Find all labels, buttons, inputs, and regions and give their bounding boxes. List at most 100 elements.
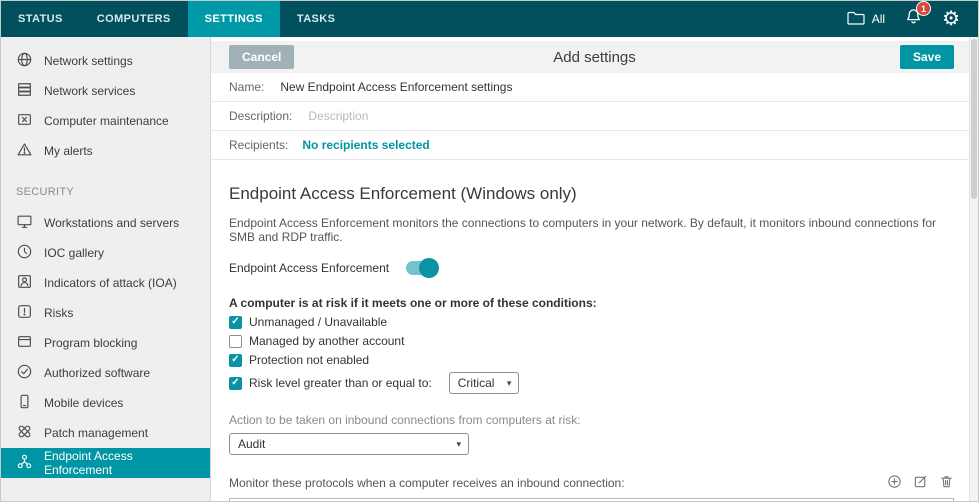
- name-row: Name:: [211, 73, 969, 102]
- tab-tasks[interactable]: TASKS: [280, 1, 352, 37]
- risk-level-select[interactable]: Critical ▾: [449, 372, 520, 394]
- enforcement-toggle[interactable]: [406, 261, 436, 275]
- condition-row: ✓ Protection not enabled: [229, 353, 954, 367]
- section-description: Endpoint Access Enforcement monitors the…: [229, 216, 954, 244]
- sidebar-item-patch-management[interactable]: Patch management: [1, 418, 210, 448]
- description-row: Description:: [211, 102, 969, 131]
- sidebar-item-label: Endpoint Access Enforcement: [44, 449, 195, 477]
- toggle-knob: [419, 258, 439, 278]
- chevron-down-icon: ▾: [507, 378, 512, 389]
- recipients-label: Recipients:: [229, 138, 288, 152]
- globe-icon: [16, 51, 33, 71]
- checkbox-protection-not-enabled[interactable]: ✓: [229, 354, 242, 367]
- add-icon[interactable]: [887, 474, 902, 492]
- settings-sidebar: Network settings Network services Comput…: [1, 37, 211, 501]
- scrollbar-thumb[interactable]: [971, 39, 977, 199]
- sidebar-item-label: Patch management: [44, 426, 148, 440]
- scrollbar: [969, 37, 978, 501]
- monitor-icon: [16, 213, 33, 233]
- notifications-button[interactable]: 1: [905, 8, 922, 30]
- condition-row: ✓ Risk level greater than or equal to: C…: [229, 372, 954, 394]
- monitor-protocols-row: Monitor these protocols when a computer …: [229, 474, 954, 492]
- app-window: STATUS COMPUTERS SETTINGS TASKS All 1 ⚙ …: [0, 0, 979, 502]
- sidebar-item-program-blocking[interactable]: Program blocking: [1, 328, 210, 358]
- sidebar-item-label: Network services: [44, 84, 135, 98]
- condition-label: Managed by another account: [249, 334, 404, 348]
- condition-label: Protection not enabled: [249, 353, 369, 367]
- protocol-row-smb: SMB (139,445) Default Only workstations: [230, 499, 953, 501]
- check-icon: ✓: [231, 317, 239, 327]
- checkbox-risk-level[interactable]: ✓: [229, 377, 242, 390]
- tab-settings[interactable]: SETTINGS: [188, 1, 280, 37]
- description-input[interactable]: [306, 108, 736, 124]
- name-input[interactable]: [278, 79, 708, 95]
- checkbox-unmanaged[interactable]: ✓: [229, 316, 242, 329]
- action-select[interactable]: Audit ▾: [229, 433, 469, 455]
- condition-label: Unmanaged / Unavailable: [249, 315, 387, 329]
- sidebar-item-label: Computer maintenance: [44, 114, 169, 128]
- bandage-icon: [16, 423, 33, 443]
- network-nodes-icon: [16, 453, 33, 473]
- toggle-label: Endpoint Access Enforcement: [229, 261, 389, 275]
- window-icon: [16, 333, 33, 353]
- action-value: Audit: [238, 437, 265, 451]
- sidebar-item-indicators-of-attack[interactable]: Indicators of attack (IOA): [1, 268, 210, 298]
- sidebar-item-label: Program blocking: [44, 336, 137, 350]
- condition-label: Risk level greater than or equal to:: [249, 376, 432, 390]
- name-label: Name:: [229, 80, 264, 94]
- top-navigation: STATUS COMPUTERS SETTINGS TASKS All 1 ⚙: [1, 1, 978, 37]
- scope-label: All: [872, 12, 885, 26]
- box-x-icon: [16, 111, 33, 131]
- sidebar-item-mobile-devices[interactable]: Mobile devices: [1, 388, 210, 418]
- person-frame-icon: [16, 273, 33, 293]
- gear-icon[interactable]: ⚙: [942, 9, 960, 29]
- sidebar-item-endpoint-access-enforcement[interactable]: Endpoint Access Enforcement: [1, 448, 210, 478]
- sidebar-item-label: Authorized software: [44, 366, 150, 380]
- check-icon: ✓: [231, 355, 239, 365]
- sidebar-item-label: Network settings: [44, 54, 133, 68]
- recipients-row: Recipients: No recipients selected: [211, 131, 969, 160]
- trash-icon[interactable]: [939, 474, 954, 492]
- sidebar-item-network-services[interactable]: Network services: [1, 76, 210, 106]
- protocol-toolbar: [887, 474, 954, 492]
- sidebar-item-label: Risks: [44, 306, 73, 320]
- main-panel: Cancel Add settings Save Name: Descripti…: [211, 37, 978, 501]
- monitor-label: Monitor these protocols when a computer …: [229, 476, 625, 490]
- alert-triangle-icon: [16, 141, 33, 161]
- sidebar-item-label: Workstations and servers: [44, 216, 179, 230]
- sidebar-item-label: My alerts: [44, 144, 93, 158]
- sidebar-item-ioc-gallery[interactable]: IOC gallery: [1, 238, 210, 268]
- sidebar-item-risks[interactable]: Risks: [1, 298, 210, 328]
- condition-row: ✓ Unmanaged / Unavailable: [229, 315, 954, 329]
- sidebar-item-label: IOC gallery: [44, 246, 104, 260]
- condition-row: Managed by another account: [229, 334, 954, 348]
- sidebar-item-label: Mobile devices: [44, 396, 123, 410]
- settings-content: Endpoint Access Enforcement (Windows onl…: [211, 184, 978, 501]
- server-stack-icon: [16, 81, 33, 101]
- edit-icon[interactable]: [913, 474, 928, 492]
- checkbox-managed-other-account[interactable]: [229, 335, 242, 348]
- section-title: Endpoint Access Enforcement (Windows onl…: [229, 184, 954, 204]
- scope-selector[interactable]: All: [847, 11, 885, 28]
- recipients-link[interactable]: No recipients selected: [302, 138, 429, 152]
- cancel-button[interactable]: Cancel: [229, 45, 294, 69]
- sidebar-item-network-settings[interactable]: Network settings: [1, 46, 210, 76]
- sidebar-item-authorized-software[interactable]: Authorized software: [1, 358, 210, 388]
- phone-icon: [16, 393, 33, 413]
- exclamation-box-icon: [16, 303, 33, 323]
- topnav-actions: All 1 ⚙: [847, 1, 978, 37]
- tab-status[interactable]: STATUS: [1, 1, 80, 37]
- clock-icon: [16, 243, 33, 263]
- protocol-list: SMB (139,445) Default Only workstations …: [229, 498, 954, 501]
- page-title: Add settings: [553, 49, 636, 66]
- save-button[interactable]: Save: [900, 45, 954, 69]
- sidebar-item-computer-maintenance[interactable]: Computer maintenance: [1, 106, 210, 136]
- sidebar-item-my-alerts[interactable]: My alerts: [1, 136, 210, 166]
- form-header: Cancel Add settings Save: [211, 41, 978, 73]
- check-icon: ✓: [231, 378, 239, 388]
- description-label: Description:: [229, 109, 292, 123]
- enforcement-toggle-row: Endpoint Access Enforcement: [229, 261, 954, 275]
- conditions-heading: A computer is at risk if it meets one or…: [229, 296, 954, 310]
- sidebar-item-workstations-servers[interactable]: Workstations and servers: [1, 208, 210, 238]
- tab-computers[interactable]: COMPUTERS: [80, 1, 188, 37]
